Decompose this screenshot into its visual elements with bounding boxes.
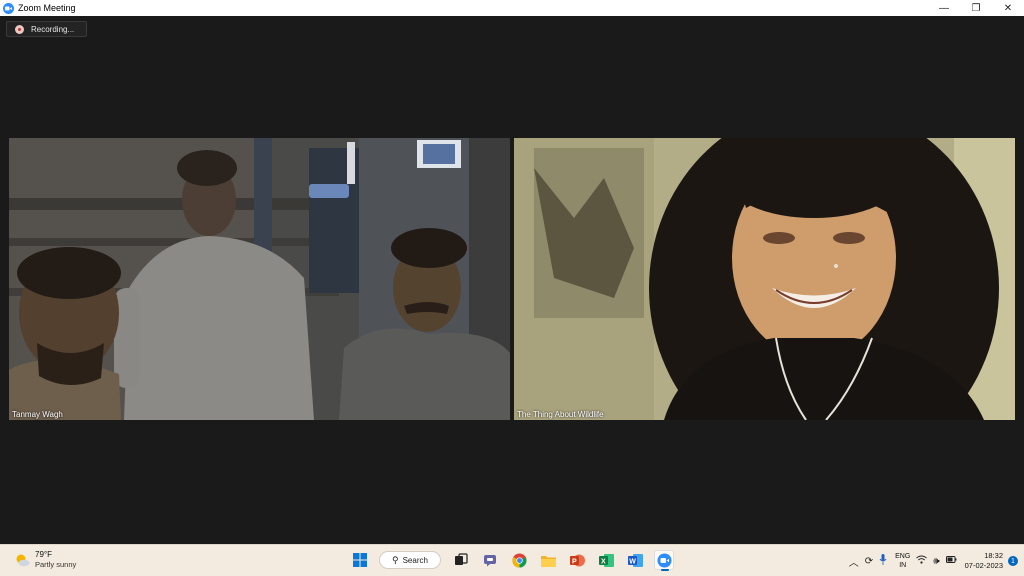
video-feed-group — [514, 138, 1015, 420]
system-tray: ︿ ⟳ ENG IN 🕪 18:32 07-02-2023 1 — [843, 549, 1018, 573]
taskbar: 79°F Partly sunny ⚲ Search P X W ︿ ⟳ ENG… — [0, 544, 1024, 576]
powerpoint-icon[interactable]: P — [567, 550, 587, 570]
participant-name-label: Tanmay Wagh — [12, 410, 63, 419]
wifi-icon[interactable] — [916, 555, 928, 567]
minimize-button[interactable]: — — [928, 0, 960, 16]
excel-icon[interactable]: X — [596, 550, 616, 570]
maximize-button[interactable]: ❐ — [960, 0, 992, 16]
file-explorer-icon[interactable] — [538, 550, 558, 570]
title-bar: Zoom Meeting — ❐ ✕ — [0, 0, 1024, 16]
teams-chat-icon[interactable] — [480, 550, 500, 570]
weather-condition: Partly sunny — [35, 560, 77, 569]
zoom-icon[interactable] — [654, 550, 674, 571]
weather-temperature: 79°F — [35, 550, 52, 559]
taskbar-apps: ⚲ Search P X W — [350, 550, 683, 571]
language-indicator[interactable]: ENG IN — [895, 552, 910, 570]
zoom-logo-icon — [3, 2, 14, 14]
chrome-icon[interactable] — [509, 550, 529, 570]
window-controls: — ❐ ✕ — [928, 0, 1024, 16]
task-view-icon[interactable] — [451, 550, 471, 570]
recording-indicator[interactable]: Recording... — [6, 21, 87, 37]
recording-label: Recording... — [31, 24, 75, 34]
language-code: ENG — [895, 553, 911, 560]
search-icon: ⚲ — [392, 554, 399, 565]
meeting-area: Recording... Tanmay Wagh The Thing About… — [0, 16, 1024, 544]
microphone-icon[interactable] — [879, 554, 887, 568]
partly-sunny-icon — [14, 552, 30, 568]
video-feed-group — [9, 138, 510, 420]
recording-dot-icon — [15, 24, 24, 34]
clock-time: 18:32 — [984, 551, 1003, 560]
language-region: IN — [899, 562, 907, 569]
word-icon[interactable]: W — [625, 550, 645, 570]
clock-date: 07-02-2023 — [964, 561, 1003, 570]
windows-start-icon[interactable] — [350, 550, 370, 570]
volume-icon[interactable]: 🕪 — [933, 556, 939, 567]
clock[interactable]: 18:32 07-02-2023 — [965, 551, 1003, 571]
search-label: Search — [402, 555, 428, 565]
close-button[interactable]: ✕ — [992, 0, 1024, 16]
notification-badge[interactable]: 1 — [1008, 556, 1018, 566]
taskbar-search-button[interactable]: ⚲ Search — [379, 551, 441, 569]
chevron-up-icon[interactable]: ︿ — [849, 554, 859, 569]
window-title: Zoom Meeting — [18, 3, 76, 13]
video-tile-the-thing-about-wildlife[interactable]: The Thing About Wildlife — [514, 138, 1015, 420]
battery-icon[interactable] — [945, 555, 957, 567]
participant-name-label: The Thing About Wildlife — [517, 410, 604, 419]
video-tile-tanmay-wagh[interactable]: Tanmay Wagh — [9, 138, 510, 420]
svg-text:W: W — [629, 558, 636, 565]
svg-text:P: P — [572, 558, 577, 565]
sync-icon[interactable]: ⟳ — [865, 556, 873, 567]
svg-text:X: X — [601, 558, 606, 565]
weather-widget[interactable]: 79°F Partly sunny — [14, 550, 76, 570]
